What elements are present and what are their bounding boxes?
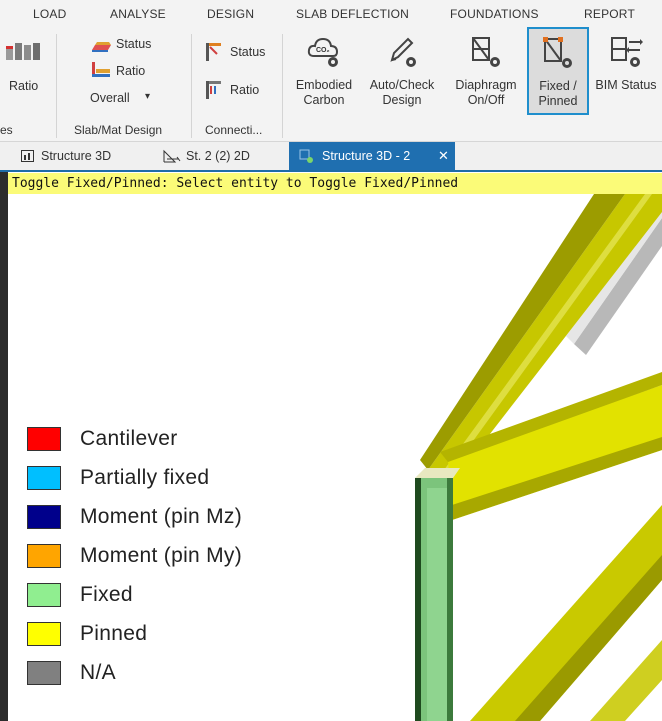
group-separator <box>191 34 192 138</box>
slab-ratio-button[interactable]: Ratio <box>116 64 145 78</box>
legend-label: Partially fixed <box>80 466 210 489</box>
svg-text:CO₂: CO₂ <box>316 47 330 54</box>
chevron-down-icon[interactable]: ▾ <box>145 91 150 102</box>
fixed-pinned-label-2: Pinned <box>538 94 578 108</box>
menu-slab-deflection[interactable]: SLAB DEFLECTION <box>296 7 409 21</box>
connection-ratio-icon <box>205 80 223 100</box>
command-hint-bar: Toggle Fixed/Pinned: Select entity to To… <box>8 173 662 194</box>
fixed-pinned-button[interactable]: Fixed / Pinned <box>527 27 589 115</box>
group-separator <box>282 34 283 138</box>
legend-label: N/A <box>80 661 116 684</box>
menu-design[interactable]: DESIGN <box>207 7 254 21</box>
embodied-label-2: Carbon <box>303 93 345 107</box>
auto-check-label-2: Design <box>382 93 422 107</box>
auto-check-label-1: Auto/Check <box>369 78 435 92</box>
diaphragm-label-1: Diaphragm <box>455 78 517 92</box>
connection-status-button[interactable]: Status <box>230 45 265 59</box>
menu-foundations[interactable]: FOUNDATIONS <box>450 7 539 21</box>
slab-ratio-icon <box>90 61 112 79</box>
pencil-gear-icon <box>384 34 420 70</box>
connection-status-icon <box>205 42 223 62</box>
legend-label: Moment (pin My) <box>80 544 243 567</box>
menu-report[interactable]: REPORT <box>584 7 635 21</box>
group-separator <box>56 34 57 138</box>
close-icon[interactable]: ✕ <box>438 148 449 164</box>
green-column-flange-right <box>447 478 453 721</box>
green-column-flange-left <box>415 478 421 721</box>
legend-swatch-pinned <box>27 622 61 646</box>
group-label-connection: Connecti... <box>205 123 263 137</box>
legend-label: Cantilever <box>80 427 178 450</box>
slab-status-icon <box>90 38 112 54</box>
tab-label: Structure 3D - 2 <box>322 149 411 163</box>
chart-icon <box>21 150 34 162</box>
diaphragm-toggle-button[interactable]: Diaphragm On/Off <box>452 32 520 114</box>
legend-label: Pinned <box>80 622 148 645</box>
diaphragm-gear-icon <box>468 34 504 70</box>
bim-arrows-gear-icon <box>608 34 644 70</box>
ribbon: Ratio es Status Ratio Overall ▾ Slab/Mat… <box>0 27 662 142</box>
tab-structure-3d-2[interactable]: Structure 3D - 2 ✕ <box>289 142 455 170</box>
embodied-label-1: Embodied <box>295 78 353 92</box>
viewport-border <box>0 172 8 721</box>
ratio-bars-icon <box>4 40 48 64</box>
legend-swatch-fixed <box>27 583 61 607</box>
legend-label: Moment (pin Mz) <box>80 505 243 528</box>
green-column-web <box>427 488 447 721</box>
menu-analyse[interactable]: ANALYSE <box>110 7 166 21</box>
legend-swatch-partially-fixed <box>27 466 61 490</box>
fixed-pinned-label-1: Fixed / <box>539 79 577 93</box>
document-tab-bar: Structure 3D St. 2 (2) 2D Structure 3D -… <box>0 142 662 172</box>
bim-status-button[interactable]: BIM Status <box>591 32 661 114</box>
tab-st2-2d[interactable]: St. 2 (2) 2D <box>158 142 288 170</box>
slab-status-button[interactable]: Status <box>116 37 151 51</box>
co2-cloud-gear-icon: CO₂ <box>306 34 342 70</box>
menu-bar: LOAD ANALYSE DESIGN SLAB DEFLECTION FOUN… <box>0 0 662 28</box>
legend-swatch-na <box>27 661 61 685</box>
tab-structure-3d[interactable]: Structure 3D <box>16 142 156 170</box>
tab-label: St. 2 (2) 2D <box>186 149 250 163</box>
diaphragm-label-2: On/Off <box>467 93 505 107</box>
yellow-brace-2[interactable] <box>590 640 662 721</box>
fixed-pinned-gear-icon <box>540 35 576 71</box>
group-label-fragment: es <box>0 123 13 137</box>
legend-label: Fixed <box>80 583 133 606</box>
menu-load[interactable]: LOAD <box>33 7 66 21</box>
connection-ratio-button[interactable]: Ratio <box>230 83 259 97</box>
tab-label: Structure 3D <box>41 149 112 163</box>
embodied-carbon-button[interactable]: CO₂ Embodied Carbon <box>290 32 358 114</box>
legend-swatch-moment-mz <box>27 505 61 529</box>
auto-check-design-button[interactable]: Auto/Check Design <box>368 32 436 114</box>
column-top <box>415 468 460 478</box>
overall-dropdown[interactable]: Overall <box>90 91 130 105</box>
model-3d-icon <box>299 149 313 163</box>
ratio-button-left[interactable]: Ratio <box>9 79 38 93</box>
legend-swatch-moment-my <box>27 544 61 568</box>
bim-status-label: BIM Status <box>595 78 657 92</box>
frame-2d-icon <box>163 149 181 163</box>
group-label-slab-mat: Slab/Mat Design <box>74 123 163 137</box>
legend-swatch-cantilever <box>27 427 61 451</box>
